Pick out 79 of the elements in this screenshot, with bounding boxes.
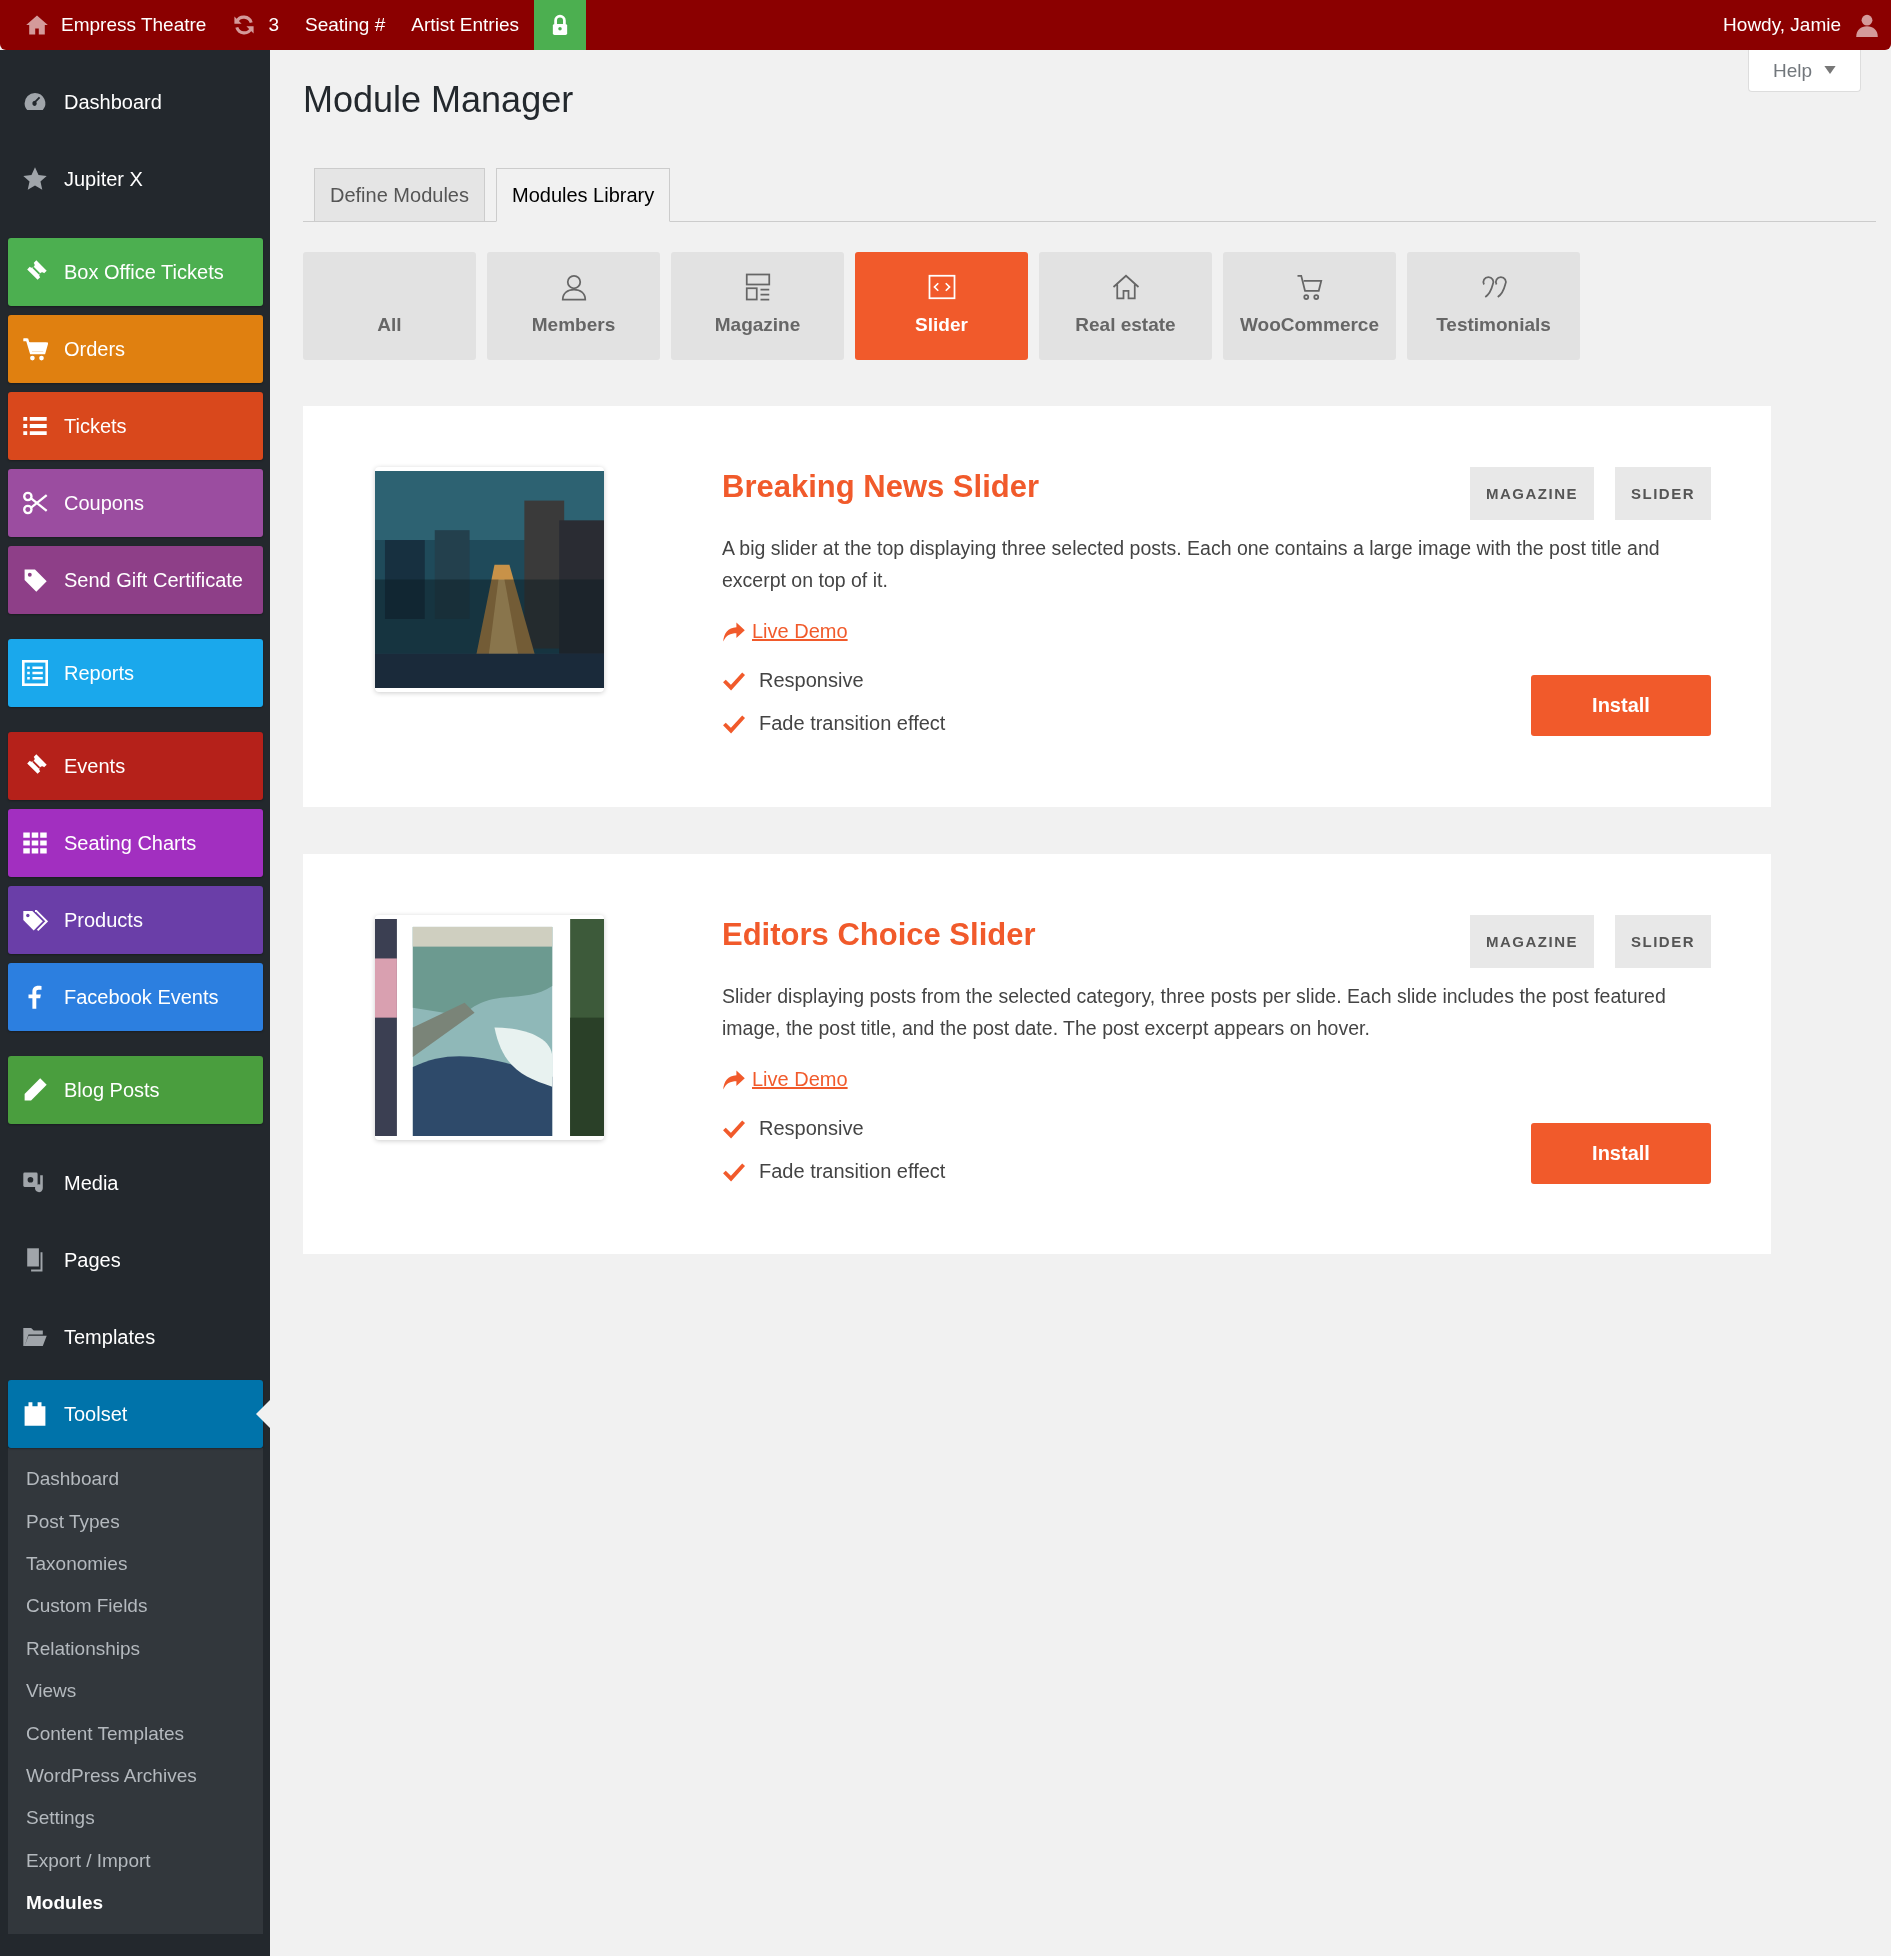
- filter-tile[interactable]: Slider: [855, 252, 1028, 360]
- submenu-item[interactable]: Modules: [8, 1881, 263, 1925]
- scissors-icon: [22, 490, 48, 516]
- submenu-item[interactable]: Relationships: [8, 1627, 263, 1670]
- toolset-icon: [22, 1401, 48, 1427]
- code-icon: [926, 272, 957, 302]
- tab[interactable]: Modules Library: [495, 168, 671, 222]
- module-description: Slider displaying posts from the selected category, three posts per slide. Each slide includes the post featured image, the post title, and the post date. The post excerpt appears on hover.: [722, 984, 1667, 1041]
- share-arrow-icon: [722, 620, 746, 643]
- sidebar-item[interactable]: Coupons: [8, 469, 263, 537]
- submenu-item[interactable]: WordPress Archives: [8, 1754, 263, 1798]
- live-demo-link[interactable]: Live Demo: [752, 620, 848, 643]
- toolbar-link[interactable]: Artist Entries: [398, 0, 532, 50]
- module-title: Editors Choice Slider: [722, 917, 1036, 953]
- sidebar-item[interactable]: Events: [8, 732, 263, 800]
- submenu-item[interactable]: Views: [8, 1669, 263, 1713]
- check-icon: [722, 1118, 746, 1139]
- grid-icon: [22, 830, 48, 856]
- feature-text: Fade transition effect: [759, 1160, 946, 1183]
- filter-tile[interactable]: Members: [487, 252, 660, 360]
- submenu-item[interactable]: Dashboard: [8, 1458, 263, 1501]
- help-button[interactable]: Help: [1747, 50, 1861, 92]
- feature-text: Responsive: [759, 1117, 864, 1140]
- live-demo-link[interactable]: Live Demo: [752, 1068, 848, 1091]
- feature-text: Responsive: [759, 669, 864, 692]
- page-title: Module Manager: [303, 78, 574, 122]
- filter-tile[interactable]: Magazine: [671, 252, 844, 360]
- module-title: Breaking News Slider: [722, 469, 1039, 505]
- toolbar-link[interactable]: Seating #: [291, 0, 399, 50]
- submenu-item[interactable]: Export / Import: [8, 1839, 263, 1882]
- sidebar-item[interactable]: Facebook Events: [8, 963, 263, 1031]
- account-link[interactable]: Howdy, Jamie: [1710, 0, 1891, 50]
- filter-tile[interactable]: WooCommerce: [1223, 252, 1396, 360]
- check-icon: [722, 713, 746, 734]
- sidebar-item[interactable]: Tickets: [8, 392, 263, 460]
- star-icon: [22, 166, 48, 192]
- submenu-item[interactable]: Taxonomies: [8, 1542, 263, 1586]
- site-link[interactable]: Empress Theatre: [12, 0, 220, 50]
- pencil-icon: [22, 1077, 48, 1103]
- tag-icon: [22, 567, 48, 593]
- updates-link[interactable]: 3: [219, 0, 292, 50]
- tab[interactable]: Define Modules: [314, 168, 485, 221]
- share-arrow-icon: [722, 1068, 746, 1091]
- sidebar-item[interactable]: Products: [8, 886, 263, 954]
- check-icon: [722, 1161, 746, 1182]
- tag-label: SLIDER: [1615, 915, 1711, 968]
- sidebar-item[interactable]: Jupiter X: [8, 145, 263, 213]
- home-icon: [25, 13, 49, 37]
- submenu-item[interactable]: Content Templates: [8, 1712, 263, 1755]
- filter-tile[interactable]: All: [303, 252, 476, 360]
- house-icon: [1110, 272, 1141, 302]
- report-icon: [22, 660, 48, 686]
- feature-text: Fade transition effect: [759, 712, 946, 735]
- submenu-item[interactable]: Settings: [8, 1797, 263, 1840]
- install-button[interactable]: Install: [1531, 1123, 1711, 1184]
- module-description: A big slider at the top displaying three selected posts. Each one contains a large image with the post title and excerpt on top of it.: [722, 536, 1661, 593]
- sidebar-item[interactable]: Blog Posts: [8, 1056, 263, 1124]
- filter-tile[interactable]: Real estate: [1039, 252, 1212, 360]
- user-icon: [1855, 13, 1879, 37]
- filter-tile[interactable]: Testimonials: [1407, 252, 1580, 360]
- sidebar-item[interactable]: Seating Charts: [8, 809, 263, 877]
- check-icon: [722, 670, 746, 691]
- install-button[interactable]: Install: [1531, 675, 1711, 736]
- tag-label: SLIDER: [1615, 467, 1711, 520]
- tag-label: MAGAZINE: [1470, 467, 1594, 520]
- current-pointer: [256, 1400, 270, 1428]
- submenu-item[interactable]: Post Types: [8, 1500, 263, 1543]
- submenu-item[interactable]: Custom Fields: [8, 1585, 263, 1628]
- tags-icon: [22, 907, 48, 933]
- lock-button[interactable]: [533, 0, 586, 50]
- sidebar-item[interactable]: Pages: [8, 1226, 263, 1294]
- refresh-icon: [232, 13, 257, 37]
- caret-icon: [1824, 66, 1836, 75]
- cart-icon: [22, 336, 48, 362]
- tag-label: MAGAZINE: [1470, 915, 1594, 968]
- sidebar-item[interactable]: Templates: [8, 1303, 263, 1371]
- sidebar-item[interactable]: Send Gift Certificate: [8, 546, 263, 614]
- sidebar-item[interactable]: Media: [8, 1149, 263, 1217]
- sidebar-item[interactable]: Dashboard: [8, 68, 263, 136]
